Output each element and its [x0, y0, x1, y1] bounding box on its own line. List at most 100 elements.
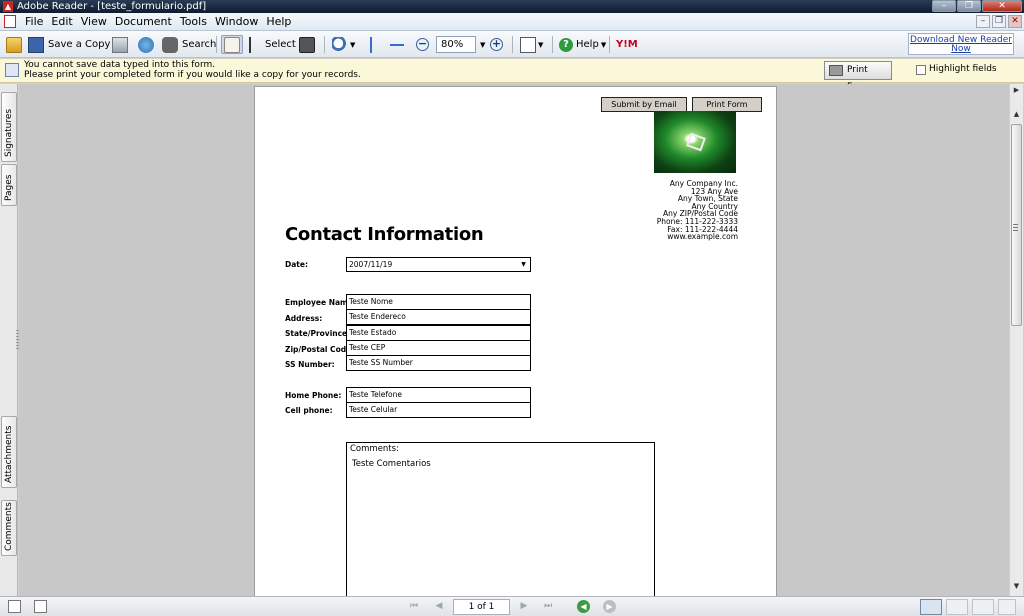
form-info-icon	[5, 63, 19, 77]
address-field[interactable]: Teste Endereco	[346, 309, 531, 325]
help-label: Help	[576, 39, 599, 50]
minus-icon: −	[416, 37, 429, 51]
print-button[interactable]	[112, 35, 128, 54]
menu-help[interactable]: Help	[266, 13, 299, 30]
document-window-controls: – ❐ ✕	[976, 15, 1022, 28]
document-icon[interactable]	[4, 15, 16, 28]
continuous-layout-button[interactable]	[946, 599, 968, 615]
menu-window[interactable]: Window	[215, 13, 266, 30]
next-view-icon[interactable]: ▶	[603, 600, 616, 613]
first-page-icon[interactable]: ⏮	[407, 600, 421, 613]
status-bar: ⏮ ◀ 1 of 1 ▶ ⏭ ◀ ▶	[0, 596, 1024, 616]
text-cursor-icon	[249, 36, 259, 53]
email-button[interactable]	[138, 35, 154, 54]
pages-menu-button[interactable]: ▼	[520, 35, 543, 54]
print-form-button-pdf[interactable]: Print Form	[692, 97, 762, 112]
message-line-2: Please print your completed form if you …	[24, 70, 361, 80]
menu-document[interactable]: Document	[115, 13, 180, 30]
doc-minimize-button[interactable]: –	[976, 15, 990, 28]
single-page-layout-button[interactable]	[920, 599, 942, 615]
download-reader-link[interactable]: Download New Reader Now	[908, 33, 1014, 55]
menu-file[interactable]: File	[25, 13, 51, 30]
document-properties-icon[interactable]	[34, 600, 47, 613]
restore-button[interactable]: ❐	[957, 0, 981, 12]
document-viewport[interactable]: Submit by Email Print Form Any Company I…	[19, 84, 1009, 596]
close-button[interactable]: ✕	[982, 0, 1022, 12]
help-button[interactable]: ? Help ▼	[559, 35, 606, 54]
toolbar-separator	[552, 36, 553, 53]
doc-restore-button[interactable]: ❐	[992, 15, 1006, 28]
print-form-button[interactable]: Print Form	[824, 61, 892, 92]
company-web: www.example.com	[667, 232, 738, 242]
camera-icon	[299, 36, 315, 53]
tab-comments-label: Comments	[4, 502, 14, 551]
last-page-icon[interactable]: ⏭	[541, 600, 555, 613]
date-label: Date:	[285, 260, 308, 269]
snapshot-button[interactable]	[299, 35, 315, 54]
chevron-down-icon: ▼	[538, 40, 544, 49]
cell-phone-field[interactable]: Teste Celular	[346, 402, 531, 418]
highlight-fields-toggle[interactable]: Highlight fields	[916, 64, 997, 75]
title-bar: ▲ Adobe Reader - [teste_formulario.pdf] …	[0, 0, 1024, 13]
tab-attachments-label: Attachments	[4, 425, 14, 483]
tab-attachments[interactable]: Attachments	[1, 416, 17, 488]
previous-view-icon[interactable]: ◀	[577, 600, 590, 613]
scroll-up-icon[interactable]: ▲	[1010, 108, 1023, 121]
zip-postal-code-field[interactable]: Teste CEP	[346, 340, 531, 356]
next-page-icon[interactable]: ▶	[517, 600, 531, 613]
help-icon: ?	[559, 37, 573, 52]
scroll-down-icon[interactable]: ▼	[1010, 580, 1023, 593]
tab-pages[interactable]: Pages	[1, 164, 17, 206]
toolbar-separator	[609, 36, 610, 53]
tab-comments[interactable]: Comments	[1, 500, 17, 556]
comments-field[interactable]: Comments: Teste Comentarios	[346, 442, 655, 596]
vertical-scrollbar[interactable]: ▶ ▲ ▼	[1009, 84, 1023, 596]
select-tool-button[interactable]: Select	[249, 35, 296, 54]
panel-expand-arrow-icon[interactable]: ▶	[1010, 84, 1023, 97]
binoculars-icon	[162, 36, 178, 53]
yahoo-icon: Y!M	[616, 38, 638, 50]
home-phone-field[interactable]: Teste Telefone	[346, 387, 531, 403]
zoom-input[interactable]: 80%	[436, 36, 476, 53]
plus-icon: +	[490, 37, 503, 51]
submit-by-email-button[interactable]: Submit by Email	[601, 97, 687, 112]
state-province-field[interactable]: Teste Estado	[346, 325, 531, 341]
previous-page-icon[interactable]: ◀	[432, 600, 446, 613]
tab-signatures-label: Signatures	[4, 108, 14, 157]
search-label: Search	[182, 39, 217, 50]
zoom-tool-button[interactable]: ▼	[332, 35, 355, 54]
search-button[interactable]: Search	[162, 35, 216, 54]
fit-page-button[interactable]	[366, 35, 376, 54]
date-field[interactable]: 2007/11/19 ▼	[346, 257, 531, 272]
fit-width-button[interactable]	[390, 35, 404, 54]
pdf-page: Submit by Email Print Form Any Company I…	[254, 86, 777, 596]
open-button[interactable]	[6, 35, 22, 54]
facing-layout-button[interactable]	[972, 599, 994, 615]
zoom-in-button[interactable]: +	[490, 35, 503, 54]
window-controls: – ❐ ✕	[932, 0, 1022, 13]
menu-tools[interactable]: Tools	[180, 13, 215, 30]
chevron-down-icon[interactable]: ▼	[480, 41, 485, 49]
doc-close-button[interactable]: ✕	[1008, 15, 1022, 28]
adobe-reader-icon: ▲	[3, 1, 13, 12]
menu-edit[interactable]: Edit	[51, 13, 80, 30]
highlight-fields-checkbox[interactable]	[916, 64, 926, 75]
employee-name-field[interactable]: Teste Nome	[346, 294, 531, 310]
printer-icon	[112, 36, 128, 53]
continuous-facing-layout-button[interactable]	[998, 599, 1016, 615]
chevron-down-icon[interactable]: ▼	[518, 259, 529, 270]
page-thumbnail-icon[interactable]	[8, 600, 21, 613]
save-copy-button[interactable]: Save a Copy	[28, 35, 110, 54]
page-indicator[interactable]: 1 of 1	[453, 599, 510, 615]
zoom-out-button[interactable]: −	[416, 35, 429, 54]
ss-number-field[interactable]: Teste SS Number	[346, 355, 531, 371]
cell-phone-label: Cell phone:	[285, 406, 333, 415]
ss-number-label: SS Number:	[285, 360, 335, 369]
menu-view[interactable]: View	[81, 13, 115, 30]
tab-signatures[interactable]: Signatures	[1, 92, 17, 162]
yahoo-button[interactable]: Y!M	[616, 35, 644, 54]
minimize-button[interactable]: –	[932, 0, 956, 12]
scrollbar-grip	[1013, 224, 1018, 232]
zoom-level[interactable]: 80% ▼	[436, 35, 485, 54]
hand-tool-button[interactable]	[221, 35, 243, 54]
